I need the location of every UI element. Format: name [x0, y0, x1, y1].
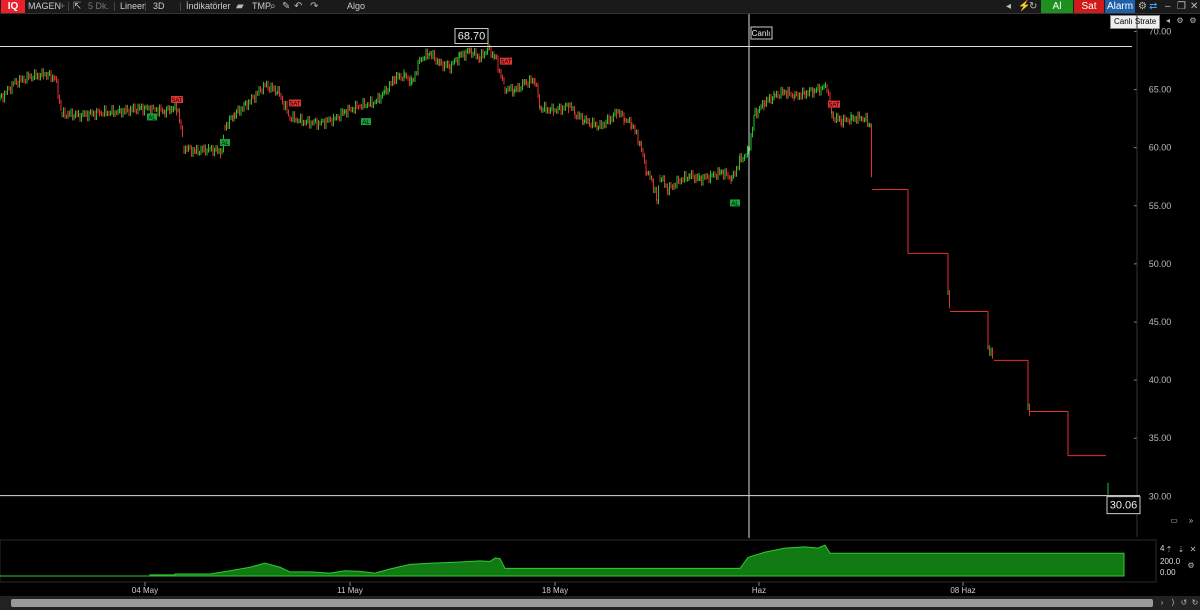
x-tick-label: 18 May — [542, 586, 568, 595]
move-down-icon[interactable]: ⇣ — [1176, 545, 1186, 555]
y-tick-label: 30.00 — [1149, 491, 1172, 501]
price-axis: 70.00 65.00 60.00 55.00 50.00 45.00 40.00 35.00… — [1134, 14, 1171, 537]
y-tick-label: 50.00 — [1149, 259, 1172, 269]
signal-marker-label: AL — [148, 115, 156, 121]
panel-close-icon[interactable]: ✕ — [1188, 545, 1198, 555]
signal-marker-label: SAT — [500, 60, 512, 66]
screenshot-icon[interactable]: ▭ — [1169, 516, 1179, 526]
y-tick-label: 40.00 — [1149, 375, 1172, 385]
y-tick-label: 60.00 — [1149, 143, 1172, 153]
zoom-in-icon[interactable]: ↻ — [1190, 598, 1200, 608]
signal-marker-label: SAT — [289, 101, 301, 107]
y-tick-label: 65.00 — [1149, 85, 1172, 95]
zoom-out-icon[interactable]: ↺ — [1179, 598, 1189, 608]
high-value-text: 68.70 — [458, 31, 486, 43]
time-axis: 04 May 11 May 18 May Haz 08 Haz — [132, 582, 976, 595]
x-tick-label: 04 May — [132, 586, 158, 595]
live-label-text: Canlı — [752, 29, 771, 38]
signal-marker-label: AL — [221, 141, 229, 147]
signal-marker-label: AL — [362, 120, 370, 126]
volume-axis-label: 200.0 — [1160, 557, 1181, 566]
signal-marker-label: SAT — [828, 103, 840, 109]
move-up-icon[interactable]: ⇡ — [1164, 545, 1174, 555]
x-tick-label: 08 Haz — [950, 586, 975, 595]
time-scrollbar-thumb[interactable] — [11, 599, 1153, 607]
scroll-end-icon[interactable]: ⟩ — [1168, 598, 1178, 608]
x-tick-label: Haz — [752, 586, 766, 595]
low-value-text: 30.06 — [1110, 500, 1138, 512]
price-chart[interactable]: 70.00 65.00 60.00 55.00 50.00 45.00 40.00 35.00… — [0, 0, 1200, 610]
price-series — [0, 44, 1109, 495]
y-tick-label: 55.00 — [1149, 201, 1172, 211]
volume-axis-label: 0.00 — [1160, 568, 1176, 577]
signal-marker-label: SAT — [171, 98, 183, 104]
live-label: Canlı — [750, 26, 773, 40]
y-tick-label: 70.00 — [1149, 26, 1172, 36]
x-tick-label: 11 May — [337, 586, 363, 595]
signal-marker-label: AL — [731, 201, 739, 207]
panel-settings-icon[interactable]: ⚙ — [1186, 561, 1196, 571]
low-value-label: 30.06 — [1106, 496, 1141, 515]
scroll-right-icon[interactable]: › — [1157, 598, 1167, 608]
y-tick-label: 45.00 — [1149, 317, 1172, 327]
high-value-label: 68.70 — [454, 28, 489, 45]
y-tick-label: 35.00 — [1149, 433, 1172, 443]
expand-right-icon[interactable]: » — [1186, 516, 1196, 526]
